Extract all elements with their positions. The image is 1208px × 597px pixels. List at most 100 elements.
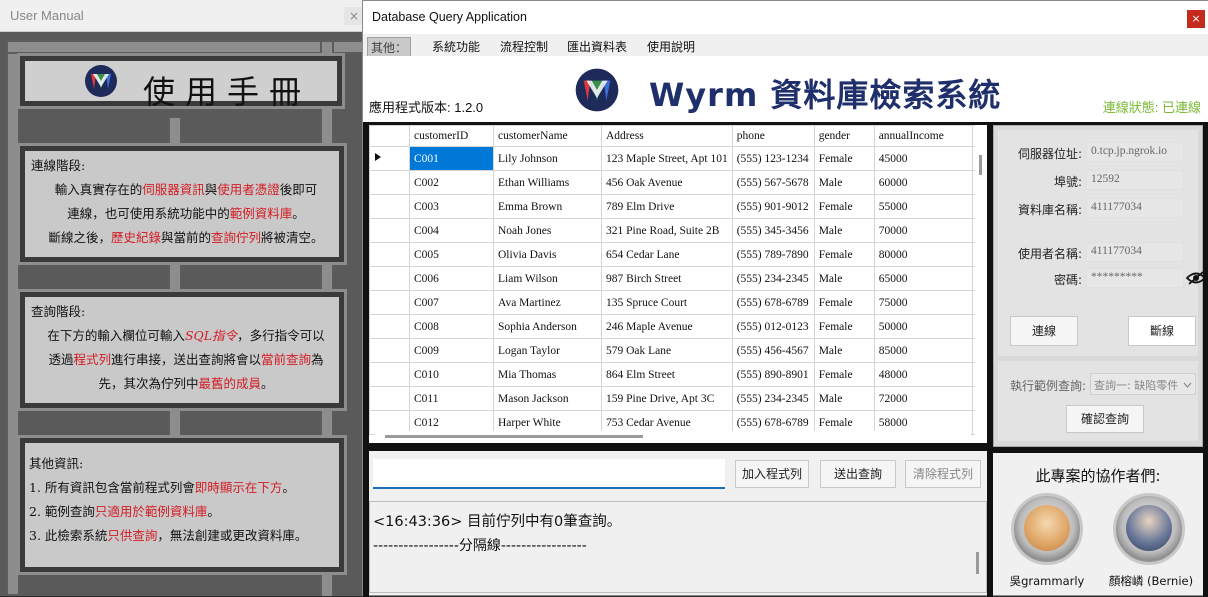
table-cell[interactable]: Lily Johnson	[493, 146, 602, 171]
table-row[interactable]: C009 Logan Taylor 579 Oak Lane (555) 456-45…	[369, 338, 983, 363]
table-cell[interactable]: 60000	[873, 170, 973, 195]
vertical-scrollbar[interactable]	[975, 125, 987, 443]
table-cell[interactable]: 246 Maple Avenue	[601, 314, 733, 339]
table-row[interactable]: C006 Liam Wilson 987 Birch Street (555) 234…	[369, 266, 983, 291]
table-cell[interactable]: Sophia Anderson	[493, 314, 602, 339]
confirm-query-button[interactable]: 確認查詢	[1066, 405, 1144, 433]
scrollbar-thumb[interactable]	[385, 435, 643, 438]
table-cell[interactable]: 72000	[873, 386, 973, 411]
menu-system[interactable]: 系統功能	[429, 37, 483, 56]
send-query-button[interactable]: 送出查詢	[820, 460, 896, 488]
host-field[interactable]: 0.tcp.jp.ngrok.io	[1086, 142, 1184, 162]
row-header[interactable]	[369, 218, 410, 243]
column-header[interactable]: Address	[601, 125, 733, 147]
clear-lines-button[interactable]: 清除程式列	[905, 460, 981, 488]
app-close-button[interactable]: ×	[1187, 10, 1205, 28]
scrollbar-thumb[interactable]	[979, 155, 982, 175]
database-field[interactable]: 411177034	[1086, 198, 1184, 218]
table-row[interactable]: C007 Ava Martinez 135 Spruce Court (555) 67…	[369, 290, 983, 315]
table-row[interactable]: C005 Olivia Davis 654 Cedar Lane (555) 789-…	[369, 242, 983, 267]
table-cell[interactable]: C002	[409, 170, 494, 195]
table-cell[interactable]: C009	[409, 338, 494, 363]
query-log[interactable]: <16:43:36> 目前佇列中有0筆查詢。 -----------------…	[369, 501, 987, 593]
scrollbar-thumb[interactable]	[976, 552, 979, 574]
row-header[interactable]	[369, 362, 410, 387]
horizontal-scrollbar[interactable]	[375, 431, 971, 440]
table-cell[interactable]: 80000	[873, 242, 973, 267]
table-cell[interactable]: 85000	[873, 338, 973, 363]
table-cell[interactable]: C004	[409, 218, 494, 243]
table-cell[interactable]: 75000	[873, 290, 973, 315]
table-cell[interactable]: Female	[813, 146, 875, 171]
table-row[interactable]: C001 Lily Johnson 123 Maple Street, Apt 10…	[369, 146, 983, 171]
table-cell[interactable]: 864 Elm Street	[601, 362, 733, 387]
table-cell[interactable]: Male	[813, 386, 875, 411]
table-cell[interactable]: Mason Jackson	[493, 386, 602, 411]
menu-flow[interactable]: 流程控制	[497, 37, 551, 56]
row-header[interactable]	[369, 290, 410, 315]
disconnect-button[interactable]: 斷線	[1128, 316, 1196, 346]
row-header[interactable]	[369, 194, 410, 219]
table-cell[interactable]: 55000	[873, 194, 973, 219]
table-cell[interactable]: 789 Elm Drive	[601, 194, 733, 219]
table-cell[interactable]: 135 Spruce Court	[601, 290, 733, 315]
table-cell[interactable]: 321 Pine Road, Suite 2B	[601, 218, 733, 243]
column-header[interactable]: annualIncome	[873, 125, 973, 147]
table-cell[interactable]: 579 Oak Lane	[601, 338, 733, 363]
table-row[interactable]: C003 Emma Brown 789 Elm Drive (555) 901-901…	[369, 194, 983, 219]
table-cell[interactable]: C007	[409, 290, 494, 315]
table-cell[interactable]: (555) 012-0123	[731, 314, 815, 339]
table-cell[interactable]: Male	[813, 218, 875, 243]
table-cell[interactable]: Female	[813, 290, 875, 315]
connect-button[interactable]: 連線	[1010, 316, 1078, 346]
table-cell[interactable]: (555) 789-7890	[731, 242, 815, 267]
current-row-indicator[interactable]	[369, 146, 410, 171]
manual-close-button[interactable]: ×	[344, 7, 364, 25]
column-header[interactable]: phone	[731, 125, 815, 147]
column-header[interactable]: customerID	[409, 125, 494, 147]
port-field[interactable]: 12592	[1086, 170, 1184, 190]
sql-input[interactable]	[373, 459, 725, 489]
table-cell[interactable]: Female	[813, 362, 875, 387]
table-cell[interactable]: Ethan Williams	[493, 170, 602, 195]
table-cell[interactable]: Male	[813, 338, 875, 363]
table-cell[interactable]: 159 Pine Drive, Apt 3C	[601, 386, 733, 411]
table-cell[interactable]: 654 Cedar Lane	[601, 242, 733, 267]
table-cell[interactable]: (555) 567-5678	[731, 170, 815, 195]
table-cell[interactable]: Female	[813, 314, 875, 339]
results-grid[interactable]: customerID customerName Address phone ge…	[369, 125, 987, 443]
row-header[interactable]	[369, 266, 410, 291]
table-cell[interactable]: C006	[409, 266, 494, 291]
table-cell[interactable]: 123 Maple Street, Apt 101	[601, 146, 733, 171]
table-cell[interactable]: (555) 123-1234	[731, 146, 815, 171]
table-row[interactable]: C010 Mia Thomas 864 Elm Street (555) 890-89…	[369, 362, 983, 387]
row-header[interactable]	[369, 314, 410, 339]
table-cell[interactable]: (555) 890-8901	[731, 362, 815, 387]
table-cell[interactable]: Female	[813, 194, 875, 219]
table-cell[interactable]: 65000	[873, 266, 973, 291]
table-cell[interactable]: C008	[409, 314, 494, 339]
password-field[interactable]: *********	[1086, 268, 1184, 288]
add-line-button[interactable]: 加入程式列	[735, 460, 809, 488]
table-cell[interactable]: Ava Martinez	[493, 290, 602, 315]
row-header[interactable]	[369, 386, 410, 411]
table-cell[interactable]: C010	[409, 362, 494, 387]
table-cell[interactable]: 987 Birch Street	[601, 266, 733, 291]
table-row[interactable]: C002 Ethan Williams 456 Oak Avenue (555) 56…	[369, 170, 983, 195]
table-cell[interactable]: (555) 456-4567	[731, 338, 815, 363]
table-cell[interactable]: Liam Wilson	[493, 266, 602, 291]
table-cell[interactable]: 48000	[873, 362, 973, 387]
column-header[interactable]: gender	[813, 125, 875, 147]
table-cell[interactable]: Male	[813, 266, 875, 291]
row-header[interactable]	[369, 338, 410, 363]
table-row[interactable]: C008 Sophia Anderson 246 Maple Avenue (555)…	[369, 314, 983, 339]
table-cell[interactable]: (555) 901-9012	[731, 194, 815, 219]
table-cell[interactable]: (555) 234-2345	[731, 386, 815, 411]
table-cell[interactable]: 456 Oak Avenue	[601, 170, 733, 195]
table-cell[interactable]: (555) 234-2345	[731, 266, 815, 291]
eye-hidden-icon[interactable]	[1186, 271, 1206, 285]
menu-other[interactable]: 其他：	[367, 37, 412, 58]
menu-help[interactable]: 使用說明	[644, 37, 698, 56]
table-row[interactable]: C011 Mason Jackson 159 Pine Drive, Apt 3C(…	[369, 386, 983, 411]
table-cell[interactable]: Emma Brown	[493, 194, 602, 219]
